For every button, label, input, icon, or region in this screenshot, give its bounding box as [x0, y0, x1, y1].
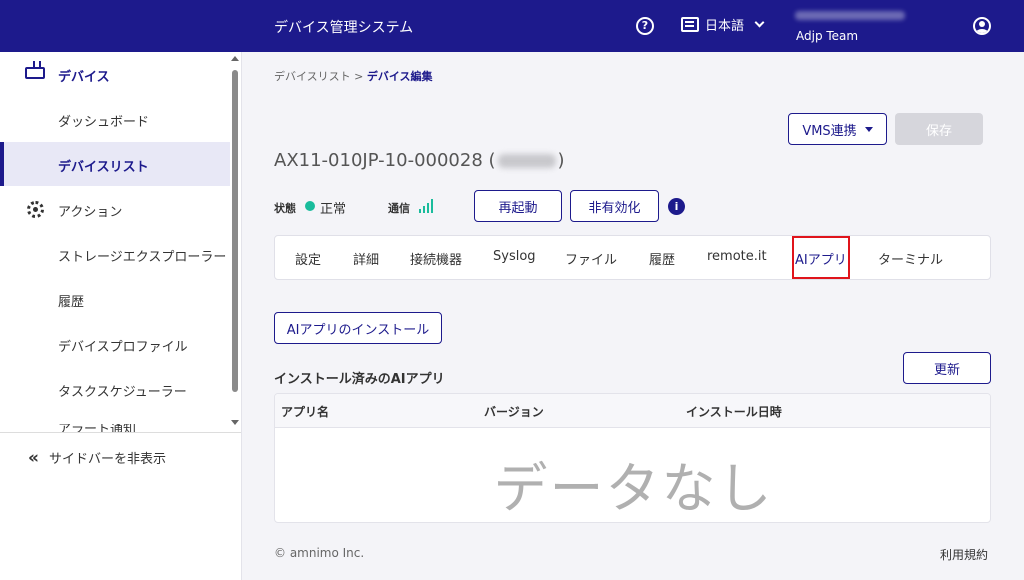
save-button[interactable]: 保存 — [895, 113, 983, 145]
column-header-version[interactable]: バージョン — [484, 403, 544, 420]
router-icon — [25, 61, 45, 79]
sidebar-group-devices[interactable]: デバイス — [0, 52, 230, 96]
state-label: 状態 — [274, 202, 296, 215]
sidebar-item-alert-notification[interactable]: アラート通知 — [58, 424, 136, 432]
sidebar-item-storage-explorer[interactable]: ストレージエクスプローラー — [0, 232, 230, 276]
language-selector[interactable]: 日本語 — [681, 15, 765, 34]
state-value: 正常 — [320, 202, 347, 217]
account-icon[interactable] — [973, 17, 991, 35]
breadcrumb-parent-link[interactable]: デバイスリスト — [274, 70, 351, 83]
sidebar-item-task-scheduler[interactable]: タスクスケジューラー — [0, 367, 230, 411]
comm-label: 通信 — [388, 202, 410, 215]
sidebar-item-actions[interactable]: アクション — [0, 187, 230, 231]
installed-apps-table: アプリ名 バージョン インストール日時 データなし — [274, 393, 991, 523]
sidebar-item-device-list[interactable]: デバイスリスト — [0, 142, 230, 186]
tab-details[interactable]: 詳細 — [353, 249, 379, 268]
vms-integration-label: VMS連携 — [802, 123, 857, 139]
terms-link[interactable]: 利用規約 — [940, 546, 988, 563]
column-header-app-name[interactable]: アプリ名 — [281, 403, 329, 420]
signal-strength-icon — [419, 198, 435, 213]
language-label: 日本語 — [705, 19, 745, 34]
tab-terminal[interactable]: ターミナル — [878, 249, 943, 268]
empty-state-text: データなし — [493, 457, 774, 520]
column-header-install-date[interactable]: インストール日時 — [686, 403, 782, 420]
help-icon[interactable]: ? — [636, 17, 654, 35]
table-header: アプリ名 バージョン インストール日時 — [275, 394, 990, 428]
double-chevron-left-icon: « — [28, 447, 39, 468]
sidebar-item-label: ストレージエクスプローラー — [58, 250, 227, 265]
sidebar-item-label: デバイスプロファイル — [58, 340, 188, 355]
tab-syslog[interactable]: Syslog — [493, 249, 536, 264]
sidebar-item-history[interactable]: 履歴 — [0, 277, 230, 321]
vms-integration-button[interactable]: VMS連携 — [788, 113, 887, 145]
gear-icon — [27, 201, 44, 218]
scroll-down-arrow-icon[interactable] — [231, 420, 239, 425]
install-ai-app-button[interactable]: AIアプリのインストール — [274, 312, 442, 344]
sidebar-item-label: 履歴 — [58, 295, 85, 310]
info-icon[interactable]: i — [668, 198, 685, 215]
scrollbar-thumb[interactable] — [232, 70, 238, 392]
tab-connected-devices[interactable]: 接続機器 — [410, 249, 462, 268]
sidebar-item-dashboard[interactable]: ダッシュボード — [0, 97, 230, 141]
tab-highlight-box — [792, 236, 850, 279]
breadcrumb-separator: > — [354, 70, 364, 83]
sidebar: デバイス ダッシュボード デバイスリスト アクション ストレージエクスプローラー… — [0, 52, 242, 580]
sidebar-item-label: アクション — [58, 205, 123, 220]
team-name: Adjp Team — [796, 29, 859, 43]
breadcrumb: デバイスリスト > デバイス編集 — [274, 68, 433, 84]
translate-icon — [681, 17, 699, 32]
tab-history[interactable]: 履歴 — [649, 249, 675, 268]
breadcrumb-current: デバイス編集 — [366, 70, 433, 83]
sidebar-item-device-profile[interactable]: デバイスプロファイル — [0, 322, 230, 366]
chevron-down-icon — [754, 17, 765, 28]
tab-remote-it[interactable]: remote.it — [707, 249, 767, 264]
device-title-suffix: ) — [557, 150, 565, 171]
device-title: AX11-010JP-10-000028 () — [274, 150, 565, 171]
hide-sidebar-label: サイドバーを非表示 — [48, 452, 166, 467]
installed-ai-apps-title: インストール済みのAIアプリ — [274, 372, 445, 387]
copyright: © amnimo Inc. — [274, 546, 365, 560]
user-name-redacted — [795, 11, 905, 20]
sidebar-item-label: ダッシュボード — [58, 115, 150, 130]
sidebar-item-label: デバイスリスト — [58, 160, 149, 175]
app-title: デバイス管理システム — [274, 20, 414, 36]
sidebar-item-label: アラート通知 — [58, 424, 137, 432]
device-tabs: 設定 詳細 接続機器 Syslog ファイル 履歴 remote.it AIアプ… — [274, 235, 991, 280]
device-id: AX11-010JP-10-000028 ( — [274, 150, 496, 171]
top-header: デバイス管理システム ? 日本語 Adjp Team — [0, 0, 1024, 52]
sidebar-item-label: デバイス — [58, 70, 110, 85]
device-name-redacted — [497, 154, 556, 168]
scroll-up-arrow-icon[interactable] — [231, 56, 239, 61]
disable-button[interactable]: 非有効化 — [570, 190, 659, 222]
refresh-button[interactable]: 更新 — [903, 352, 991, 384]
caret-down-icon — [864, 126, 873, 132]
hide-sidebar-button[interactable]: « サイドバーを非表示 — [28, 448, 166, 467]
status-dot-icon — [305, 201, 315, 211]
sidebar-item-label: タスクスケジューラー — [58, 385, 187, 400]
sidebar-scrollbar[interactable] — [230, 56, 240, 436]
tab-settings[interactable]: 設定 — [295, 249, 321, 268]
restart-button[interactable]: 再起動 — [474, 190, 562, 222]
sidebar-divider — [0, 432, 241, 433]
tab-files[interactable]: ファイル — [565, 249, 617, 268]
